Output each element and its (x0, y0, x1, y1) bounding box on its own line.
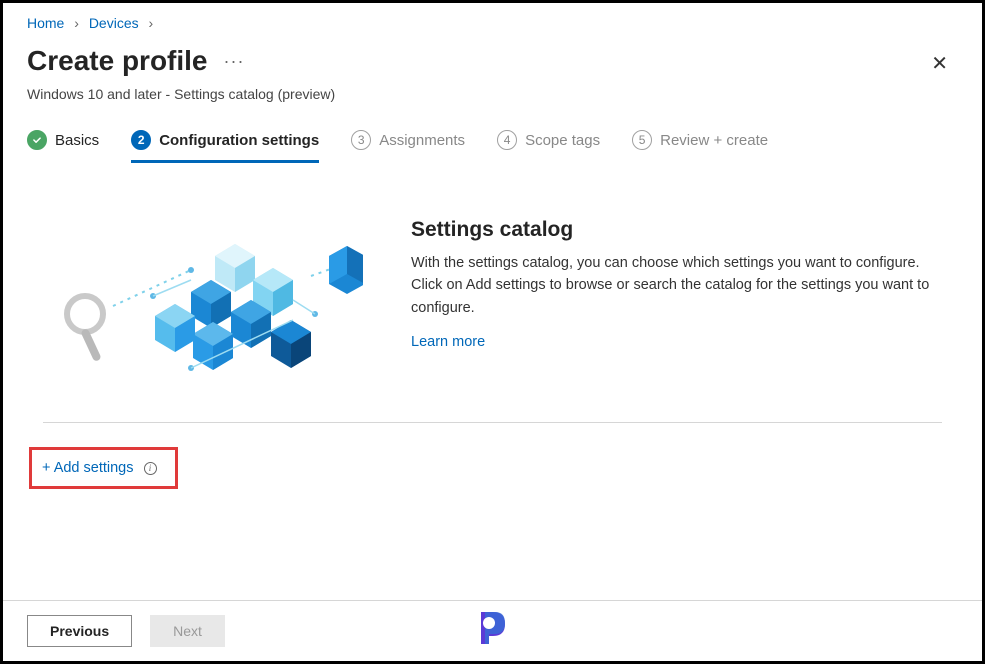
more-actions-button[interactable]: ··· (220, 51, 249, 72)
page-header: Create profile ··· ✕ (3, 37, 982, 86)
step-number: 5 (632, 130, 652, 150)
breadcrumb: Home › Devices › (3, 3, 982, 37)
learn-more-link[interactable]: Learn more (411, 334, 485, 350)
page-title: Create profile (27, 45, 208, 77)
tab-scope-tags[interactable]: 4 Scope tags (497, 120, 600, 162)
settings-catalog-info: Settings catalog With the settings catal… (411, 218, 942, 351)
tab-review-create[interactable]: 5 Review + create (632, 120, 768, 162)
add-settings-button[interactable]: + Add settings i (42, 460, 157, 476)
brand-logo-icon (473, 606, 513, 651)
previous-button[interactable]: Previous (27, 615, 132, 647)
wizard-footer: Previous Next (3, 600, 982, 661)
step-number: 3 (351, 130, 371, 150)
add-settings-highlight: + Add settings i (29, 447, 178, 489)
page-subtitle: Windows 10 and later - Settings catalog … (3, 86, 982, 120)
tab-basics[interactable]: Basics (27, 120, 99, 162)
step-number: 2 (131, 130, 151, 150)
tab-assignments[interactable]: 3 Assignments (351, 120, 465, 162)
chevron-right-icon: › (74, 15, 79, 31)
step-number: 4 (497, 130, 517, 150)
tab-configuration-settings[interactable]: 2 Configuration settings (131, 120, 319, 162)
wizard-tabs: Basics 2 Configuration settings 3 Assign… (3, 120, 982, 162)
breadcrumb-home[interactable]: Home (27, 15, 64, 31)
tab-label: Scope tags (525, 132, 600, 149)
settings-catalog-illustration (43, 218, 363, 398)
content-area: Settings catalog With the settings catal… (3, 162, 982, 422)
close-button[interactable]: ✕ (921, 45, 958, 82)
chevron-right-icon: › (149, 15, 154, 31)
tab-label: Basics (55, 132, 99, 149)
tab-label: Configuration settings (159, 132, 319, 149)
breadcrumb-devices[interactable]: Devices (89, 15, 139, 31)
divider (43, 422, 942, 423)
tab-label: Review + create (660, 132, 768, 149)
checkmark-icon (27, 130, 47, 150)
catalog-title: Settings catalog (411, 218, 942, 242)
catalog-description: With the settings catalog, you can choos… (411, 252, 931, 319)
add-settings-label: + Add settings (42, 460, 134, 476)
tab-label: Assignments (379, 132, 465, 149)
info-icon[interactable]: i (144, 462, 157, 475)
next-button: Next (150, 615, 225, 647)
